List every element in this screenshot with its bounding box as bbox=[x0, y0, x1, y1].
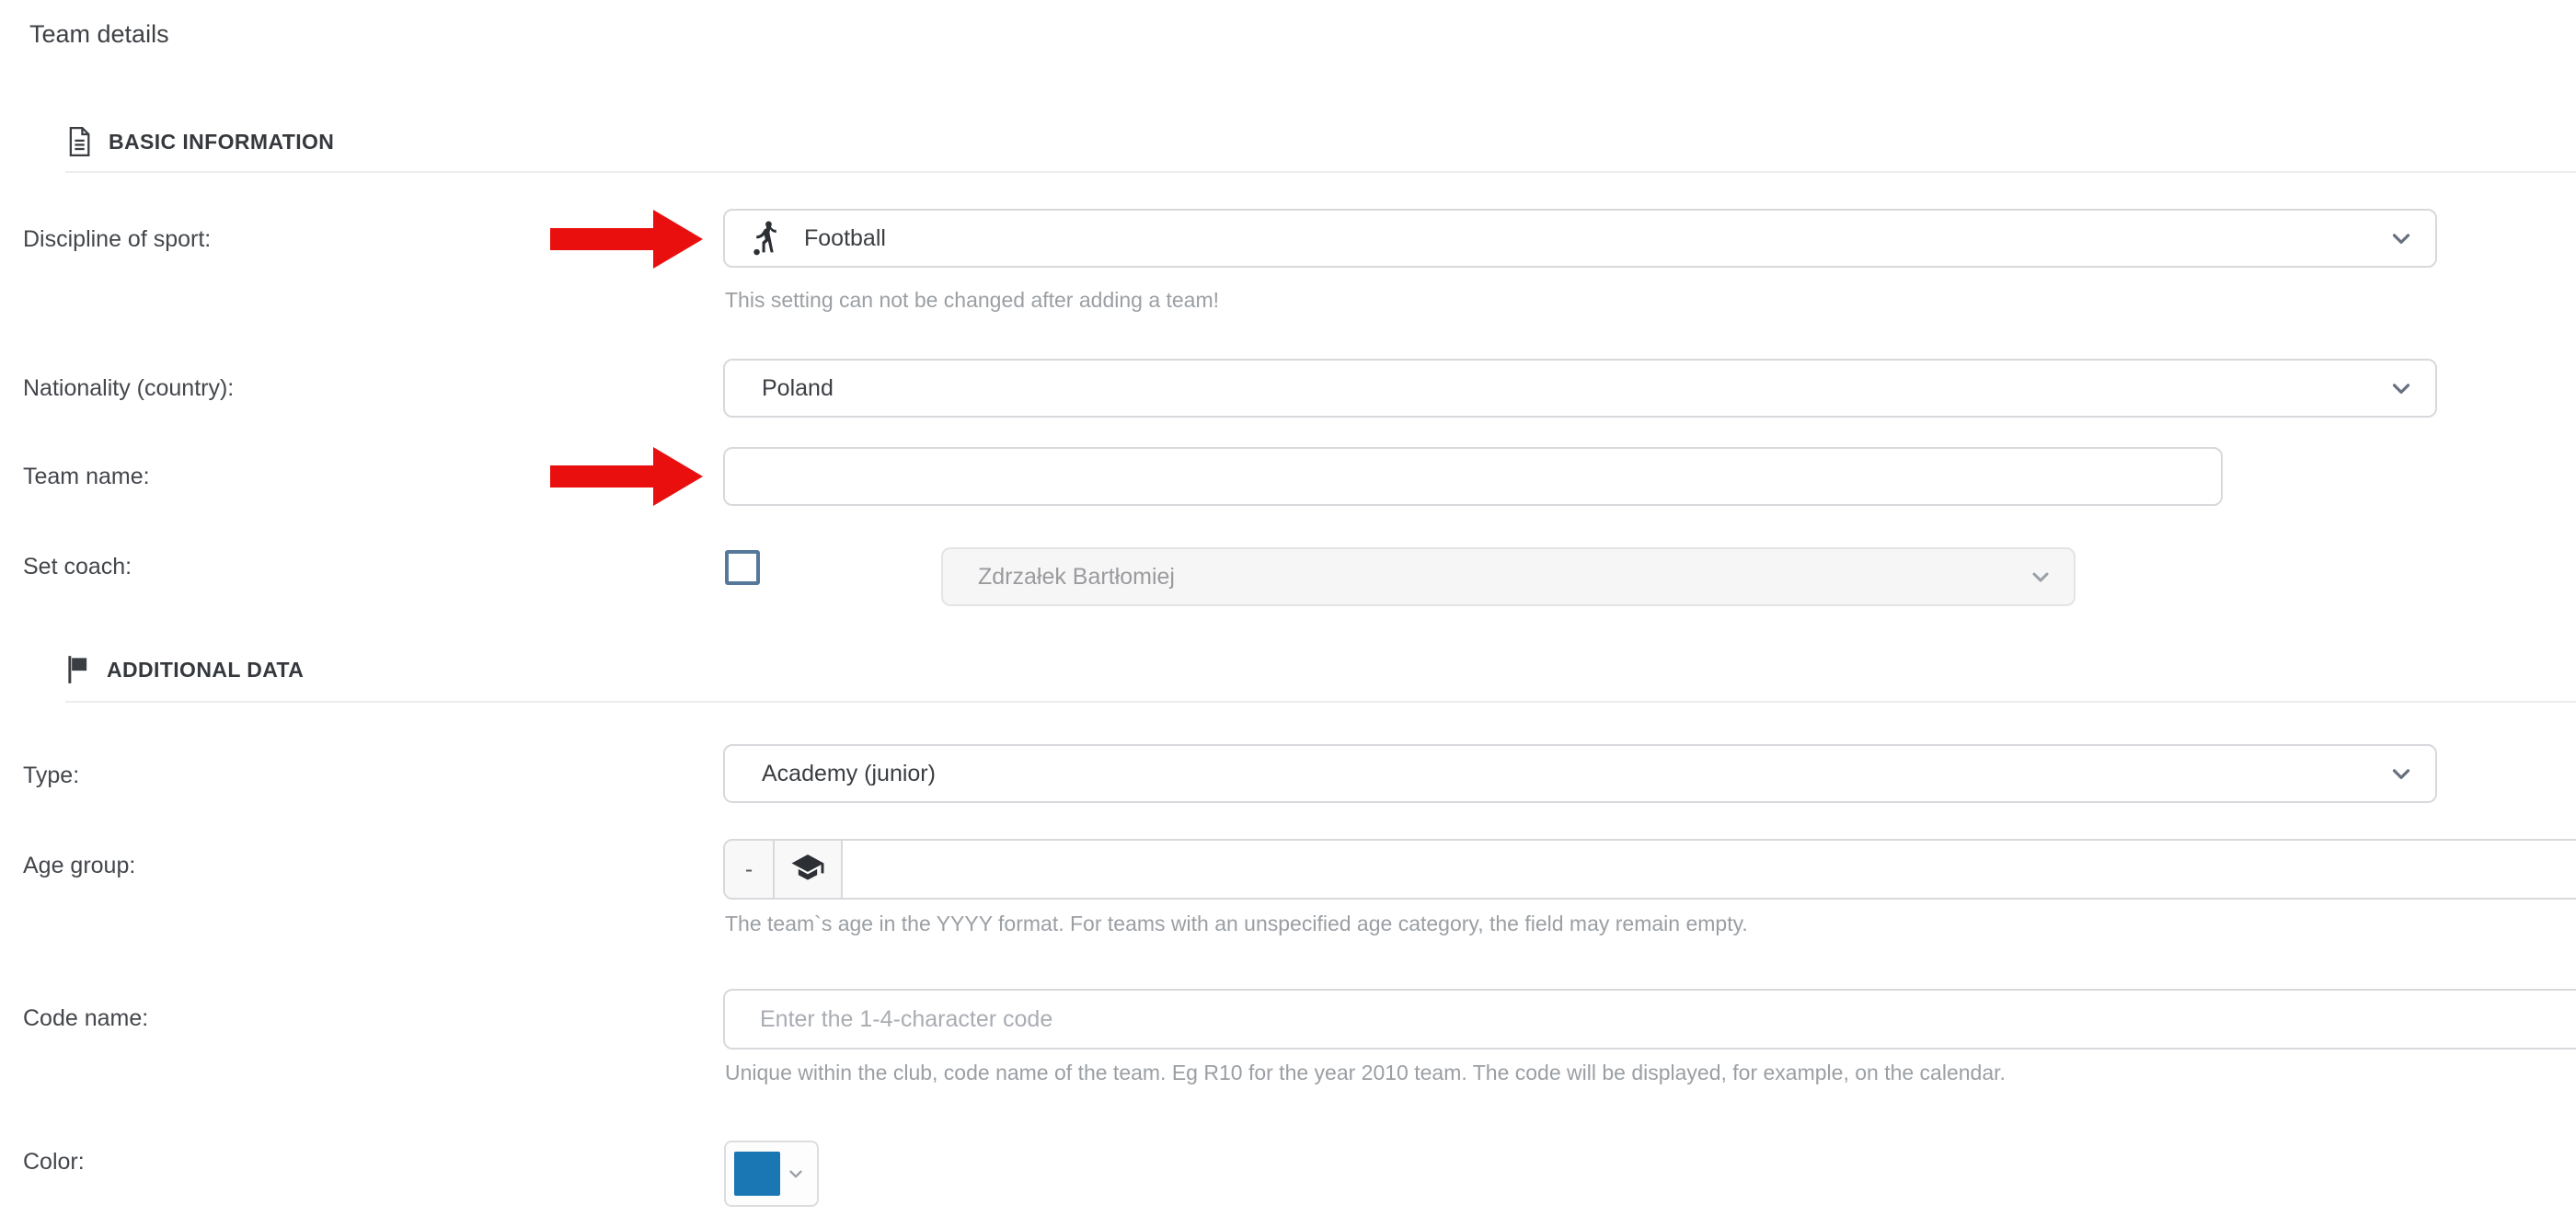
age-group-prefix: - bbox=[725, 841, 775, 898]
type-value: Academy (junior) bbox=[762, 761, 936, 787]
flag-icon bbox=[66, 655, 90, 684]
graduation-cap-icon bbox=[775, 841, 843, 898]
discipline-label: Discipline of sport: bbox=[23, 225, 211, 253]
football-player-icon bbox=[749, 220, 784, 257]
type-label: Type: bbox=[23, 762, 79, 789]
chevron-down-icon bbox=[2387, 760, 2415, 787]
team-name-input[interactable] bbox=[723, 447, 2223, 506]
code-name-input[interactable] bbox=[723, 989, 2576, 1050]
chevron-down-icon bbox=[786, 1164, 806, 1184]
section-divider bbox=[65, 701, 2576, 703]
nationality-label: Nationality (country): bbox=[23, 374, 234, 402]
nationality-value: Poland bbox=[762, 375, 834, 402]
coach-value: Zdrzałek Bartłomiej bbox=[978, 564, 1175, 591]
chevron-down-icon bbox=[2387, 374, 2415, 402]
nationality-select[interactable]: Poland bbox=[723, 359, 2437, 418]
chevron-down-icon bbox=[2387, 224, 2415, 252]
age-group-field: - bbox=[723, 839, 2576, 900]
team-details-page: Team details BASIC INFORMATION Disciplin… bbox=[0, 0, 2576, 1216]
color-swatch bbox=[734, 1152, 780, 1196]
age-group-input[interactable] bbox=[843, 841, 2576, 898]
team-name-label: Team name: bbox=[23, 463, 150, 490]
code-name-label: Code name: bbox=[23, 1004, 148, 1032]
chevron-down-icon bbox=[2028, 564, 2053, 590]
section-header-basic-information: BASIC INFORMATION bbox=[66, 127, 334, 156]
section-header-additional-data: ADDITIONAL DATA bbox=[66, 655, 304, 684]
annotation-arrow-team-name bbox=[550, 447, 703, 506]
code-name-helper: Unique within the club, code name of the… bbox=[725, 1060, 2006, 1085]
discipline-helper: This setting can not be changed after ad… bbox=[725, 287, 1219, 313]
age-group-helper: The team`s age in the YYYY format. For t… bbox=[725, 911, 1748, 936]
annotation-arrow-discipline bbox=[550, 210, 703, 269]
coach-select[interactable]: Zdrzałek Bartłomiej bbox=[941, 547, 2076, 606]
page-title: Team details bbox=[29, 20, 169, 49]
discipline-value: Football bbox=[804, 225, 886, 252]
color-label: Color: bbox=[23, 1148, 85, 1176]
type-select[interactable]: Academy (junior) bbox=[723, 744, 2437, 803]
section-divider bbox=[65, 171, 2576, 173]
set-coach-checkbox[interactable] bbox=[725, 550, 760, 585]
age-group-label: Age group: bbox=[23, 852, 135, 879]
section-title: BASIC INFORMATION bbox=[109, 130, 334, 155]
color-picker-button[interactable] bbox=[724, 1141, 819, 1207]
document-icon bbox=[66, 127, 92, 156]
section-title: ADDITIONAL DATA bbox=[107, 658, 304, 683]
set-coach-label: Set coach: bbox=[23, 553, 132, 580]
discipline-select[interactable]: Football bbox=[723, 209, 2437, 268]
